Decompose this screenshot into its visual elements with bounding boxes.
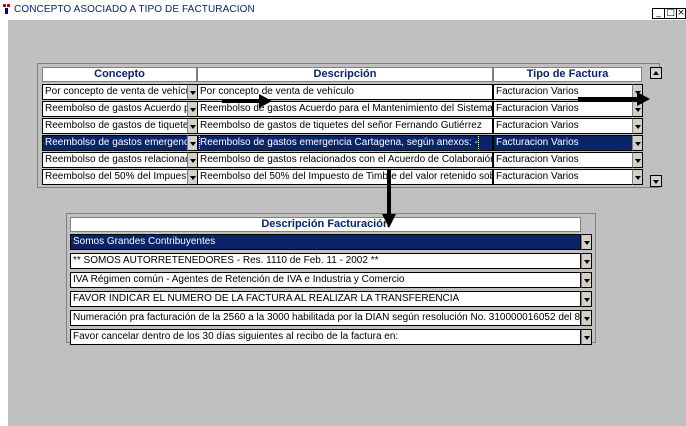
scroll-down-button[interactable] bbox=[650, 175, 662, 187]
descripcion-field[interactable]: Reembolso de gastos emergencia Cartagena… bbox=[197, 135, 493, 151]
billing-description-select[interactable]: ** SOMOS AUTORRETENEDORES - Res. 1110 de… bbox=[70, 253, 581, 269]
tipo-factura-select[interactable]: Facturacion Varios bbox=[493, 101, 633, 117]
tipo-factura-dropdown-arrow-icon[interactable] bbox=[632, 152, 643, 168]
billing-dropdown-arrow-icon[interactable] bbox=[581, 291, 592, 307]
title-bar: CONCEPTO ASOCIADO A TIPO DE FACTURACION … bbox=[0, 0, 686, 19]
concept-row[interactable]: Reembolso de gastos emergencia Reembolso … bbox=[42, 135, 643, 152]
descripcion-field[interactable]: Reembolso de gastos de tiquetes del seño… bbox=[197, 118, 493, 134]
header-tipo-factura: Tipo de Factura bbox=[493, 67, 642, 82]
concept-row[interactable]: Reembolso de gastos relacionados Reembols… bbox=[42, 152, 643, 169]
concepto-select[interactable]: Reembolso de gastos relacionados bbox=[42, 152, 188, 168]
concept-row[interactable]: Por concepto de venta de vehículo Por con… bbox=[42, 84, 643, 101]
billing-row[interactable]: Favor cancelar dentro de los 30 días sig… bbox=[70, 329, 594, 346]
tipo-factura-dropdown-arrow-icon[interactable] bbox=[632, 169, 643, 185]
billing-description-select[interactable]: Numeración pra facturación de la 2560 a … bbox=[70, 310, 581, 326]
billing-description-select[interactable]: FAVOR INDICAR EL NUMERO DE LA FACTURA AL… bbox=[70, 291, 581, 307]
billing-dropdown-arrow-icon[interactable] bbox=[581, 234, 592, 250]
billing-dropdown-arrow-icon[interactable] bbox=[581, 272, 592, 288]
minimize-button[interactable]: _ bbox=[652, 8, 664, 19]
billing-row[interactable]: Somos Grandes Contribuyentes bbox=[70, 234, 594, 251]
billing-row[interactable]: Numeración pra facturación de la 2560 a … bbox=[70, 310, 594, 327]
billing-description-grid: Descripción Facturación Somos Grandes Co… bbox=[66, 213, 596, 346]
concept-grid-scrollbar[interactable] bbox=[650, 67, 662, 187]
close-button[interactable]: × bbox=[676, 8, 686, 19]
header-descripcion: Descripción bbox=[197, 67, 493, 82]
concepto-select[interactable]: Reembolso de gastos Acuerdo para el bbox=[42, 101, 188, 117]
billing-description-select[interactable]: Favor cancelar dentro de los 30 días sig… bbox=[70, 329, 581, 345]
billing-description-select[interactable]: Somos Grandes Contribuyentes bbox=[70, 234, 581, 250]
billing-dropdown-arrow-icon[interactable] bbox=[581, 310, 592, 326]
app-icon bbox=[3, 4, 10, 14]
scroll-up-button[interactable] bbox=[650, 67, 662, 79]
concepto-select[interactable]: Reembolso de gastos de tiquetes del bbox=[42, 118, 188, 134]
maximize-button[interactable]: □ bbox=[664, 8, 676, 19]
tipo-factura-select[interactable]: Facturacion Varios bbox=[493, 169, 633, 185]
tipo-factura-select[interactable]: Facturacion Varios bbox=[493, 118, 633, 134]
descripcion-field[interactable]: Reembolso de gastos Acuerdo para el Mant… bbox=[197, 101, 493, 117]
header-concepto: Concepto bbox=[42, 67, 197, 82]
billing-dropdown-arrow-icon[interactable] bbox=[581, 253, 592, 269]
tipo-factura-select[interactable]: Facturacion Varios bbox=[493, 152, 633, 168]
concept-row[interactable]: Reembolso del 50% del Impuesto de Reembol… bbox=[42, 169, 643, 186]
tipo-factura-dropdown-arrow-icon[interactable] bbox=[632, 118, 643, 134]
window-controls: _ □ × bbox=[652, 8, 686, 19]
concept-row[interactable]: Reembolso de gastos de tiquetes del Reemb… bbox=[42, 118, 643, 135]
billing-row[interactable]: ** SOMOS AUTORRETENEDORES - Res. 1110 de… bbox=[70, 253, 594, 270]
concept-grid: Concepto Descripción Tipo de Factura Por… bbox=[37, 63, 662, 188]
billing-row[interactable]: FAVOR INDICAR EL NUMERO DE LA FACTURA AL… bbox=[70, 291, 594, 308]
tipo-factura-dropdown-arrow-icon[interactable] bbox=[632, 135, 643, 151]
concepto-select[interactable]: Reembolso de gastos emergencia bbox=[42, 135, 188, 151]
descripcion-field[interactable]: Reembolso del 50% del Impuesto de Timbre… bbox=[197, 169, 493, 185]
tipo-factura-select[interactable]: Facturacion Varios bbox=[493, 135, 633, 151]
descripcion-field[interactable]: Reembolso de gastos relacionados con el … bbox=[197, 152, 493, 168]
concepto-select[interactable]: Reembolso del 50% del Impuesto de bbox=[42, 169, 188, 185]
billing-row[interactable]: IVA Régimen común - Agentes de Retención… bbox=[70, 272, 594, 289]
billing-description-select[interactable]: IVA Régimen común - Agentes de Retención… bbox=[70, 272, 581, 288]
descripcion-field[interactable]: Por concepto de venta de vehículo bbox=[197, 84, 493, 100]
concepto-select[interactable]: Por concepto de venta de vehículo bbox=[42, 84, 188, 100]
header-descripcion-facturacion: Descripción Facturación bbox=[70, 217, 581, 232]
concept-row[interactable]: Reembolso de gastos Acuerdo para el Reemb… bbox=[42, 101, 643, 118]
billing-dropdown-arrow-icon[interactable] bbox=[581, 329, 592, 345]
window-title: CONCEPTO ASOCIADO A TIPO DE FACTURACION bbox=[14, 4, 255, 15]
